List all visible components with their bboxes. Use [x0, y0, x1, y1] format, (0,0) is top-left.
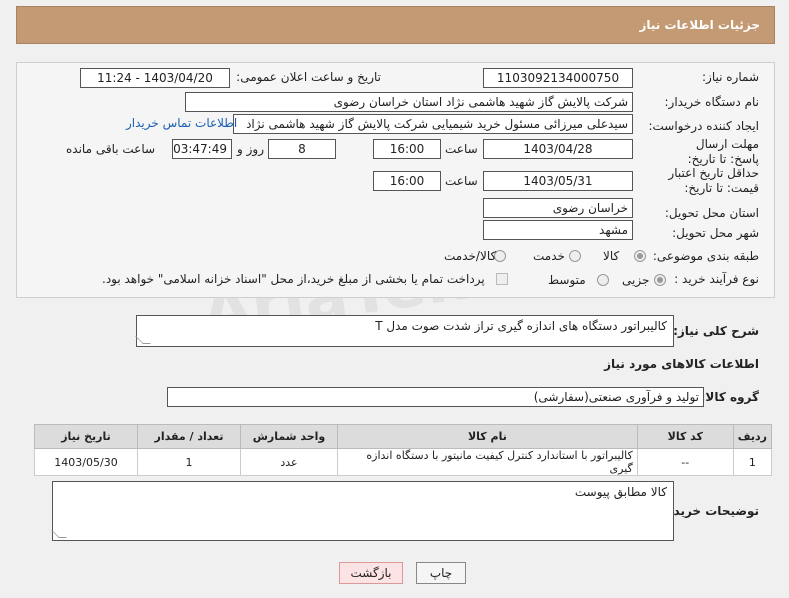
treasury-payment-note: پرداخت تمام یا بخشی از مبلغ خرید،از محل …: [102, 272, 485, 286]
requester-field[interactable]: سیدعلی میرزائی مسئول خرید شیمیایی شرکت پ…: [233, 114, 633, 134]
category-service-label: خدمت: [533, 249, 565, 263]
buyer-notes-text: کالا مطابق پیوست: [574, 485, 667, 499]
column-unit: واحد شمارش: [240, 424, 338, 449]
description-field[interactable]: کالیبراتور دستگاه های اندازه گیری تراز ش…: [135, 315, 674, 347]
goods-info-title: اطلاعات کالاهای مورد نیاز: [604, 357, 759, 371]
city-label: شهر محل تحویل:: [672, 226, 759, 240]
validity-label: حداقل تاریخ اعتبار قیمت: تا تاریخ:: [668, 166, 759, 195]
treasury-payment-checkbox[interactable]: [496, 273, 508, 285]
cell-goods-code: --: [636, 448, 734, 476]
category-goods-service-label: کالا/خدمت: [444, 249, 497, 263]
announce-datetime-field[interactable]: 1403/04/20 - 11:24: [80, 68, 230, 88]
resize-handle-icon[interactable]: [51, 530, 67, 538]
category-service-radio[interactable]: [569, 250, 581, 262]
column-goods-code: کد کالا: [636, 424, 734, 449]
goods-group-label: گروه کالا:: [700, 390, 759, 404]
process-minor-label: جزیی: [622, 273, 650, 287]
requester-label: ایجاد کننده درخواست:: [648, 119, 759, 133]
need-number-field[interactable]: 1103092134000750: [483, 68, 633, 88]
table-header-row: ردیف کد کالا نام کالا واحد شمارش تعداد /…: [34, 424, 773, 449]
reply-time-label: ساعت: [445, 142, 478, 156]
column-quantity: تعداد / مقدار: [137, 424, 241, 449]
reply-deadline-label: مهلت ارسال پاسخ: تا تاریخ:: [687, 137, 759, 166]
days-field[interactable]: 8: [268, 139, 336, 159]
need-number-label: شماره نیاز:: [702, 70, 759, 84]
buyer-contact-link[interactable]: اطلاعات تماس خریدار: [126, 116, 237, 130]
buyer-notes-field[interactable]: کالا مطابق پیوست: [51, 481, 674, 541]
cell-need-date: 1403/05/30: [34, 448, 138, 476]
reply-date-field[interactable]: 1403/04/28: [483, 139, 633, 159]
province-field[interactable]: خراسان رضوی: [483, 198, 633, 218]
cell-goods-name: کالیبراتور با استاندارد کنترل کیفیت مانی…: [337, 448, 638, 476]
print-button[interactable]: چاپ: [416, 562, 466, 584]
days-label: روز و: [237, 142, 264, 156]
province-label: استان محل تحویل:: [664, 206, 759, 220]
page-title: جزئیات اطلاعات نیاز: [639, 18, 760, 32]
page-header: جزئیات اطلاعات نیاز: [16, 6, 775, 44]
reply-time-field[interactable]: 16:00: [373, 139, 441, 159]
description-label: شرح کلی نیاز:: [673, 324, 759, 338]
category-goods-radio[interactable]: [634, 250, 646, 262]
remaining-time-field[interactable]: 03:47:49: [172, 139, 232, 159]
back-button[interactable]: بازگشت: [339, 562, 403, 584]
resize-handle-icon[interactable]: [135, 336, 151, 344]
category-goods-label: کالا: [603, 249, 620, 263]
table-row[interactable]: 1 -- کالیبراتور با استاندارد کنترل کیفیت…: [34, 448, 773, 476]
city-field[interactable]: مشهد: [483, 220, 633, 240]
column-goods-name: نام کالا: [337, 424, 638, 449]
validity-date-field[interactable]: 1403/05/31: [483, 171, 633, 191]
goods-group-field[interactable]: تولید و فرآوری صنعتی(سفارشی): [167, 387, 704, 407]
remaining-label: ساعت باقی مانده: [66, 142, 156, 156]
process-medium-label: متوسط: [548, 273, 586, 287]
cell-unit: عدد: [240, 448, 338, 476]
goods-table: ردیف کد کالا نام کالا واحد شمارش تعداد /…: [34, 424, 773, 476]
description-text: کالیبراتور دستگاه های اندازه گیری تراز ش…: [375, 319, 667, 333]
category-label: طبقه بندی موضوعی:: [652, 249, 759, 263]
process-medium-radio[interactable]: [597, 274, 609, 286]
buyer-org-field[interactable]: شرکت پالایش گاز شهید هاشمی نژاد استان خر…: [185, 92, 633, 112]
validity-time-field[interactable]: 16:00: [373, 171, 441, 191]
announce-label: تاریخ و ساعت اعلان عمومی:: [236, 70, 381, 84]
process-minor-radio[interactable]: [654, 274, 666, 286]
cell-quantity: 1: [137, 448, 241, 476]
cell-row-number: 1: [732, 448, 773, 476]
buyer-org-label: نام دستگاه خریدار:: [664, 95, 760, 109]
column-need-date: تاریخ نیاز: [34, 424, 138, 449]
process-label: نوع فرآیند خرید :: [674, 272, 759, 286]
validity-time-label: ساعت: [445, 174, 478, 188]
column-row-number: ردیف: [732, 424, 773, 449]
